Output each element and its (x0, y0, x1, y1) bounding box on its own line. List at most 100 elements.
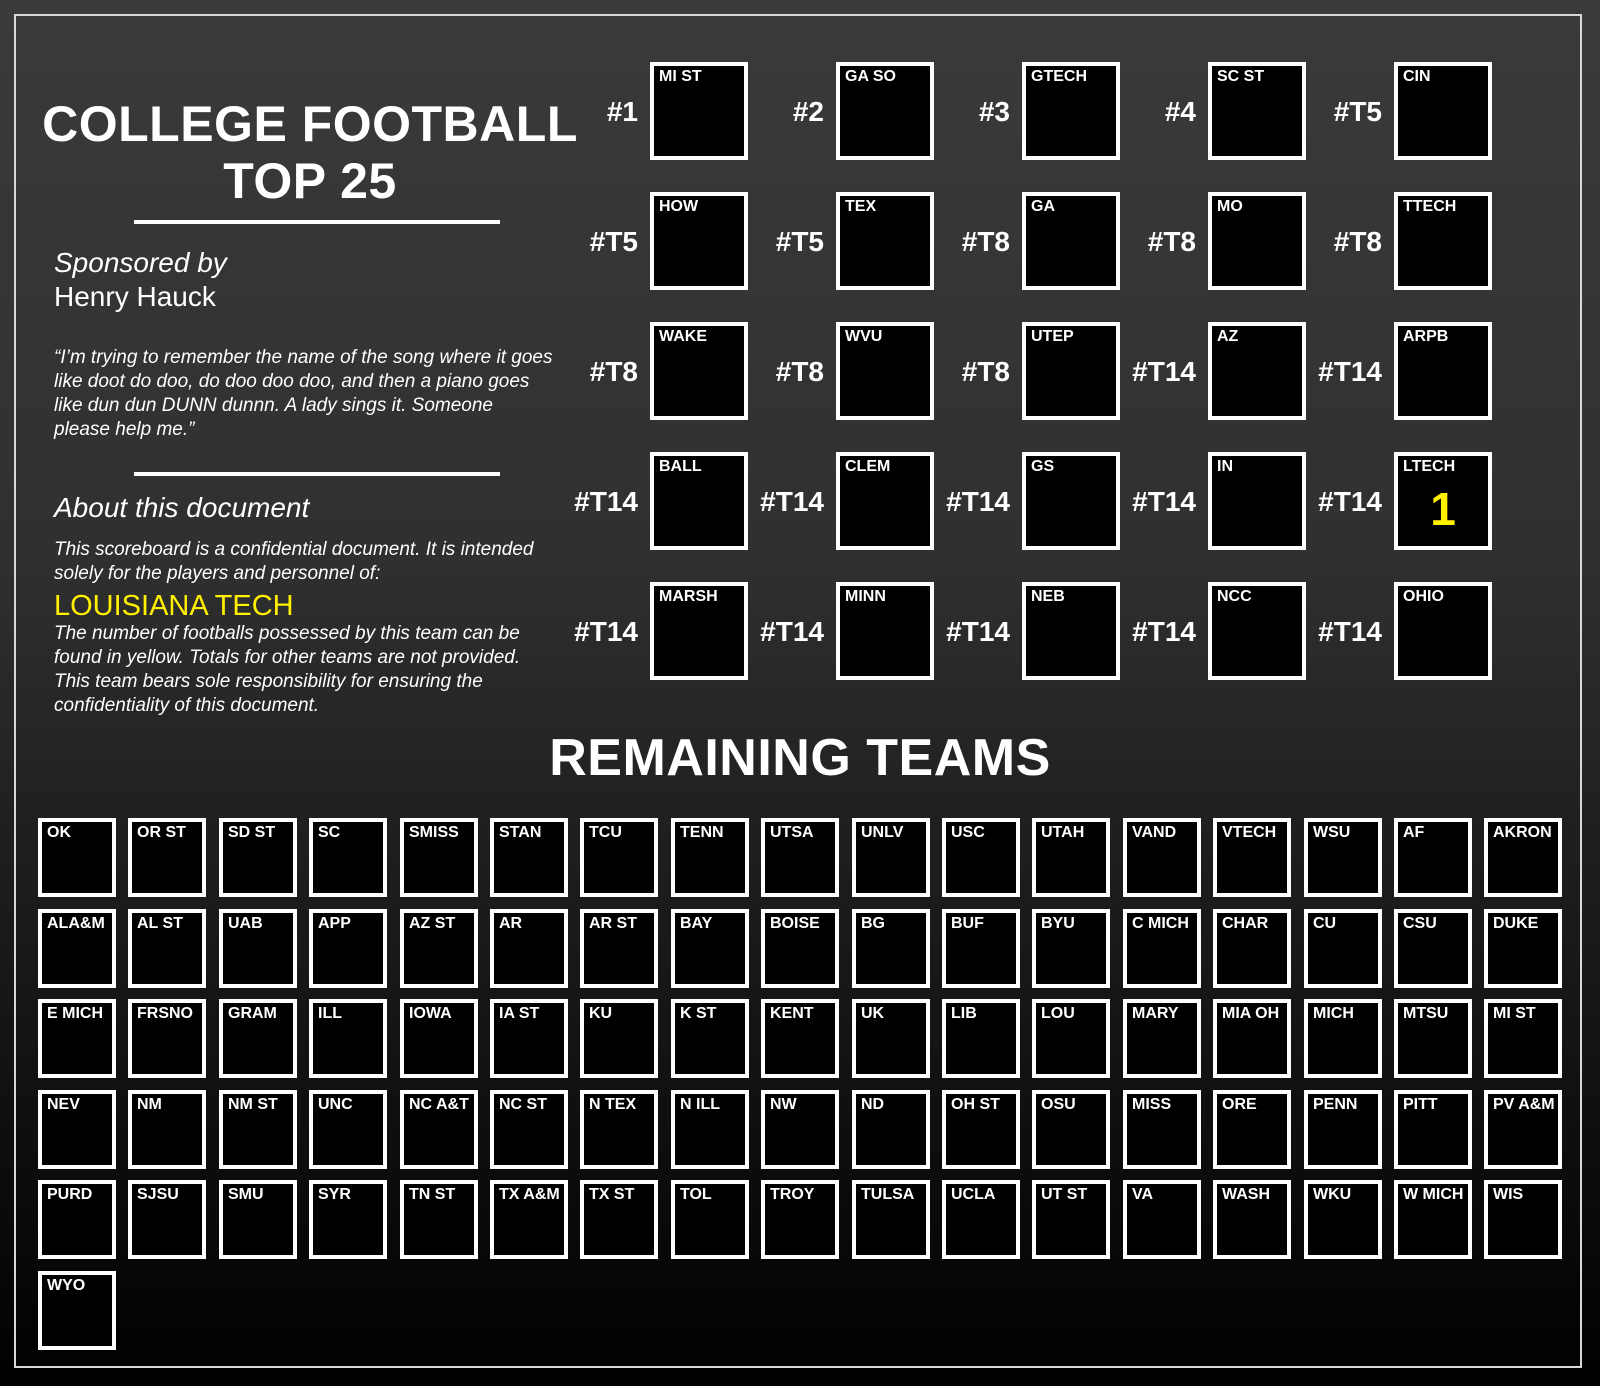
team-abbr: ILL (318, 1005, 342, 1022)
team-abbr: PV A&M (1493, 1096, 1555, 1113)
team-abbr: TCU (589, 824, 622, 841)
sponsor-name: Henry Hauck (54, 281, 216, 312)
remaining-team-box: WSU (1304, 818, 1382, 897)
remaining-team-box: WYO (38, 1271, 116, 1350)
remaining-team-box: CU (1304, 909, 1382, 988)
remaining-team-box: PITT (1394, 1090, 1472, 1169)
remaining-team-box: AF (1394, 818, 1472, 897)
team-abbr: VA (1132, 1186, 1154, 1203)
team-abbr: OSU (1041, 1096, 1076, 1113)
team-abbr: K ST (680, 1005, 717, 1022)
team-abbr: ND (861, 1096, 885, 1113)
about-body: The number of footballs possessed by thi… (54, 623, 521, 716)
top25-team-box: CLEM (836, 452, 934, 550)
divider-bottom (134, 472, 500, 476)
team-abbr: NCC (1217, 588, 1252, 605)
team-abbr: KENT (770, 1005, 814, 1022)
rank-label: #T14 (1132, 616, 1196, 647)
team-abbr: TX ST (589, 1186, 635, 1203)
team-abbr: MARSH (659, 588, 718, 605)
team-abbr: BAY (680, 915, 713, 932)
team-abbr: SC (318, 824, 341, 841)
team-abbr: MI ST (659, 68, 702, 85)
remaining-team-box: PURD (38, 1180, 116, 1259)
team-abbr: BOISE (770, 915, 820, 932)
remaining-team-box: IOWA (400, 999, 478, 1078)
top25-team-box: GTECH (1022, 62, 1120, 160)
remaining-team-box: OSU (1032, 1090, 1110, 1169)
team-abbr: UTEP (1031, 328, 1074, 345)
team-abbr: ORE (1222, 1096, 1257, 1113)
team-abbr: ARPB (1403, 328, 1449, 345)
remaining-team-box: ORE (1213, 1090, 1291, 1169)
team-abbr: MI ST (1493, 1005, 1536, 1022)
remaining-team-box: KENT (761, 999, 839, 1078)
remaining-team-box: STAN (490, 818, 568, 897)
team-abbr: WYO (47, 1277, 86, 1294)
remaining-team-box: ILL (309, 999, 387, 1078)
remaining-team-box: IA ST (490, 999, 568, 1078)
team-abbr: IA ST (499, 1005, 540, 1022)
team-abbr: NW (770, 1096, 797, 1113)
team-abbr: NEV (47, 1096, 80, 1113)
remaining-team-box: SD ST (219, 818, 297, 897)
team-abbr: PITT (1403, 1096, 1438, 1113)
rank-label: #T14 (574, 486, 638, 517)
sponsor-block: Sponsored by Henry Hauck (54, 246, 227, 314)
remaining-team-box: MISS (1123, 1090, 1201, 1169)
team-abbr: WKU (1313, 1186, 1352, 1203)
remaining-team-box: UT ST (1032, 1180, 1110, 1259)
remaining-team-box: AL ST (128, 909, 206, 988)
title-line-2: TOP 25 (223, 153, 397, 209)
remaining-team-box: NC ST (490, 1090, 568, 1169)
sponsor-quote: “I’m trying to remember the name of the … (54, 347, 553, 440)
team-abbr: OH ST (951, 1096, 1000, 1113)
remaining-team-box: WASH (1213, 1180, 1291, 1259)
team-abbr: N TEX (589, 1096, 637, 1113)
team-abbr: SMISS (409, 824, 459, 841)
top25-team-box: MO (1208, 192, 1306, 290)
team-abbr: OR ST (137, 824, 186, 841)
team-abbr: TULSA (861, 1186, 915, 1203)
remaining-team-box: MTSU (1394, 999, 1472, 1078)
team-abbr: MARY (1132, 1005, 1179, 1022)
team-abbr: WASH (1222, 1186, 1270, 1203)
team-abbr: LIB (951, 1005, 977, 1022)
remaining-team-box: KU (580, 999, 658, 1078)
team-abbr: MISS (1132, 1096, 1172, 1113)
team-abbr: NEB (1031, 588, 1065, 605)
team-abbr: VTECH (1222, 824, 1277, 841)
divider-top (134, 220, 500, 224)
about-block: This scoreboard is a confidential docume… (54, 538, 554, 718)
remaining-team-box: NM ST (219, 1090, 297, 1169)
rank-label: #T8 (589, 356, 638, 387)
team-abbr: UNLV (861, 824, 904, 841)
team-abbr: NC ST (499, 1096, 547, 1113)
team-abbr: BYU (1041, 915, 1075, 932)
remaining-team-box: UAB (219, 909, 297, 988)
about-intro: This scoreboard is a confidential docume… (54, 539, 534, 584)
team-abbr: AKRON (1493, 824, 1552, 841)
team-abbr: BG (861, 915, 885, 932)
team-abbr: IN (1217, 458, 1233, 475)
rank-label: #T8 (1333, 226, 1382, 257)
remaining-team-box: W MICH (1394, 1180, 1472, 1259)
team-abbr: UTAH (1041, 824, 1085, 841)
rank-label: #T14 (1318, 486, 1382, 517)
team-abbr: E MICH (47, 1005, 103, 1022)
team-abbr: GRAM (228, 1005, 277, 1022)
remaining-team-box: NM (128, 1090, 206, 1169)
team-abbr: OK (47, 824, 71, 841)
team-abbr: HOW (659, 198, 699, 215)
team-abbr: MIA OH (1222, 1005, 1280, 1022)
team-abbr: MINN (845, 588, 886, 605)
remaining-team-box: VAND (1123, 818, 1201, 897)
remaining-team-box: MI ST (1484, 999, 1562, 1078)
top25-team-box: TEX (836, 192, 934, 290)
top25-team-box: GA SO (836, 62, 934, 160)
team-abbr: USC (951, 824, 985, 841)
top25-team-box: BALL (650, 452, 748, 550)
team-abbr: AZ ST (409, 915, 456, 932)
team-abbr: BUF (951, 915, 984, 932)
rank-label: #T14 (1132, 356, 1196, 387)
